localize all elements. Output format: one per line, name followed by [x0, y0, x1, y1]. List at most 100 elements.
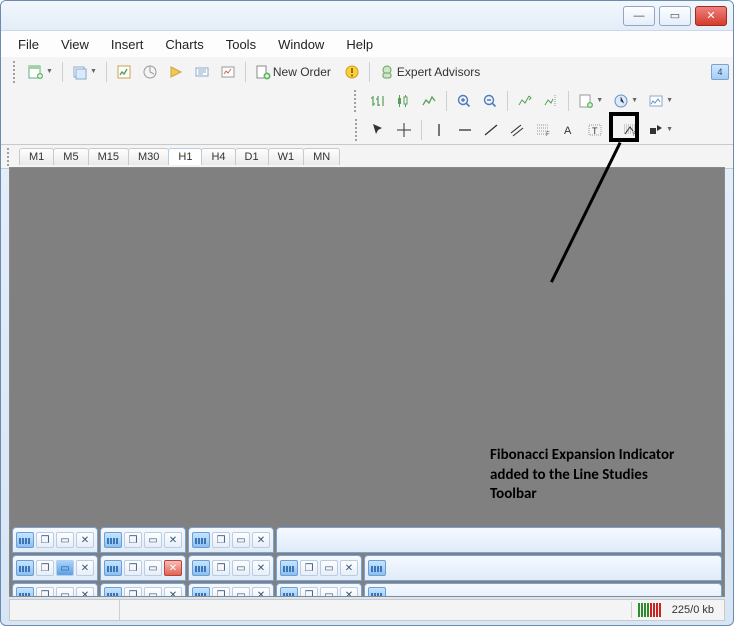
horizontal-line-button[interactable] — [453, 119, 477, 141]
maximize-icon[interactable]: ▭ — [144, 587, 162, 596]
restore-icon[interactable]: ❐ — [300, 587, 318, 596]
timeframe-h4[interactable]: H4 — [201, 148, 235, 165]
tip-badge[interactable]: 4 — [711, 64, 729, 80]
templates-button[interactable]: ▼ — [644, 90, 677, 112]
menu-file[interactable]: File — [9, 34, 48, 55]
minimized-chart-window[interactable]: ❐ ▭ ✕ — [100, 527, 186, 553]
minimized-chart-window[interactable]: ❐ ▭ ✕ — [100, 583, 186, 596]
zoom-in-button[interactable] — [452, 90, 476, 112]
menu-tools[interactable]: Tools — [217, 34, 265, 55]
line-chart-button[interactable] — [417, 90, 441, 112]
vertical-line-button[interactable] — [427, 119, 451, 141]
timeframe-m15[interactable]: M15 — [88, 148, 129, 165]
minimized-chart-window[interactable]: ❐ ▭ ✕ — [188, 583, 274, 596]
new-order-button[interactable]: New Order — [251, 61, 338, 83]
close-icon[interactable]: ✕ — [164, 560, 182, 576]
profiles-button[interactable]: ▼ — [68, 61, 101, 83]
toolbar-grip[interactable] — [354, 90, 360, 112]
tester-button[interactable] — [216, 61, 240, 83]
new-chart-button[interactable]: ▼ — [24, 61, 57, 83]
minimized-chart-window[interactable] — [276, 527, 722, 553]
shapes-button[interactable]: ▼ — [644, 119, 677, 141]
timeframe-m1[interactable]: M1 — [19, 148, 54, 165]
minimize-button[interactable]: — — [623, 6, 655, 26]
maximize-icon[interactable]: ▭ — [56, 587, 74, 596]
minimized-chart-window[interactable] — [364, 583, 722, 596]
maximize-icon[interactable]: ▭ — [320, 587, 338, 596]
restore-icon[interactable]: ❐ — [36, 532, 54, 548]
candlestick-button[interactable] — [391, 90, 415, 112]
close-icon[interactable]: ✕ — [252, 560, 270, 576]
text-label-button[interactable]: T — [583, 119, 607, 141]
alert-button[interactable] — [340, 61, 364, 83]
close-icon[interactable]: ✕ — [340, 587, 358, 596]
close-icon[interactable]: ✕ — [164, 532, 182, 548]
minimized-chart-window[interactable]: ❐ ▭ ✕ — [188, 527, 274, 553]
market-watch-button[interactable] — [112, 61, 136, 83]
minimized-chart-window[interactable]: ❐ ▭ ✕ — [100, 555, 186, 581]
crosshair-button[interactable] — [392, 119, 416, 141]
minimized-chart-window[interactable]: ❐ ▭ ✕ — [12, 583, 98, 596]
close-icon[interactable]: ✕ — [76, 532, 94, 548]
menu-help[interactable]: Help — [337, 34, 382, 55]
autoscroll-button[interactable] — [513, 90, 537, 112]
equidistant-channel-button[interactable] — [505, 119, 529, 141]
text-button[interactable]: A — [557, 119, 581, 141]
navigator-button[interactable] — [164, 61, 188, 83]
restore-icon[interactable]: ❐ — [300, 560, 318, 576]
minimized-chart-window[interactable]: ❐ ▭ ✕ — [276, 555, 362, 581]
timeframe-mn[interactable]: MN — [303, 148, 340, 165]
maximize-icon[interactable]: ▭ — [232, 560, 250, 576]
minimized-chart-window[interactable]: ❐ ▭ ✕ — [276, 583, 362, 596]
minimized-chart-window[interactable]: ❐ ▭ ✕ — [12, 527, 98, 553]
timeframe-m30[interactable]: M30 — [128, 148, 169, 165]
close-icon[interactable]: ✕ — [252, 532, 270, 548]
indicators-button[interactable]: ▼ — [574, 90, 607, 112]
maximize-icon[interactable]: ▭ — [56, 532, 74, 548]
toolbar-grip[interactable] — [7, 148, 13, 166]
menu-view[interactable]: View — [52, 34, 98, 55]
close-icon[interactable]: ✕ — [252, 587, 270, 596]
timeframe-m5[interactable]: M5 — [53, 148, 88, 165]
minimized-chart-window[interactable]: ❐ ▭ ✕ — [12, 555, 98, 581]
cursor-button[interactable] — [366, 119, 390, 141]
fibonacci-retracement-button[interactable]: F — [531, 119, 555, 141]
restore-icon[interactable]: ❐ — [212, 532, 230, 548]
menu-charts[interactable]: Charts — [156, 34, 212, 55]
restore-icon[interactable]: ❐ — [124, 587, 142, 596]
maximize-icon[interactable]: ▭ — [320, 560, 338, 576]
maximize-icon[interactable]: ▭ — [232, 587, 250, 596]
zoom-out-button[interactable] — [478, 90, 502, 112]
restore-icon[interactable]: ❐ — [36, 560, 54, 576]
close-button[interactable]: ✕ — [695, 6, 727, 26]
close-icon[interactable]: ✕ — [164, 587, 182, 596]
menu-window[interactable]: Window — [269, 34, 333, 55]
timeframe-h1[interactable]: H1 — [168, 148, 202, 165]
maximize-icon[interactable]: ▭ — [232, 532, 250, 548]
toolbar-grip[interactable] — [13, 61, 19, 83]
toolbar-grip[interactable] — [355, 119, 361, 141]
trendline-button[interactable] — [479, 119, 503, 141]
restore-icon[interactable]: ❐ — [124, 560, 142, 576]
restore-icon[interactable]: ❐ — [124, 532, 142, 548]
minimized-chart-window[interactable]: ❐ ▭ ✕ — [188, 555, 274, 581]
maximize-icon[interactable]: ▭ — [144, 532, 162, 548]
bar-chart-button[interactable] — [365, 90, 389, 112]
minimized-chart-window[interactable] — [364, 555, 722, 581]
close-icon[interactable]: ✕ — [76, 587, 94, 596]
timeframe-w1[interactable]: W1 — [268, 148, 305, 165]
chart-shift-button[interactable] — [539, 90, 563, 112]
maximize-icon[interactable]: ▭ — [56, 560, 74, 576]
close-icon[interactable]: ✕ — [340, 560, 358, 576]
restore-icon[interactable]: ❐ — [36, 587, 54, 596]
periods-button[interactable]: ▼ — [609, 90, 642, 112]
restore-icon[interactable]: ❐ — [212, 560, 230, 576]
restore-icon[interactable]: ❐ — [212, 587, 230, 596]
menu-insert[interactable]: Insert — [102, 34, 153, 55]
data-window-button[interactable] — [138, 61, 162, 83]
expert-advisors-button[interactable]: Expert Advisors — [375, 61, 487, 83]
terminal-button[interactable] — [190, 61, 214, 83]
maximize-button[interactable]: ▭ — [659, 6, 691, 26]
maximize-icon[interactable]: ▭ — [144, 560, 162, 576]
close-icon[interactable]: ✕ — [76, 560, 94, 576]
